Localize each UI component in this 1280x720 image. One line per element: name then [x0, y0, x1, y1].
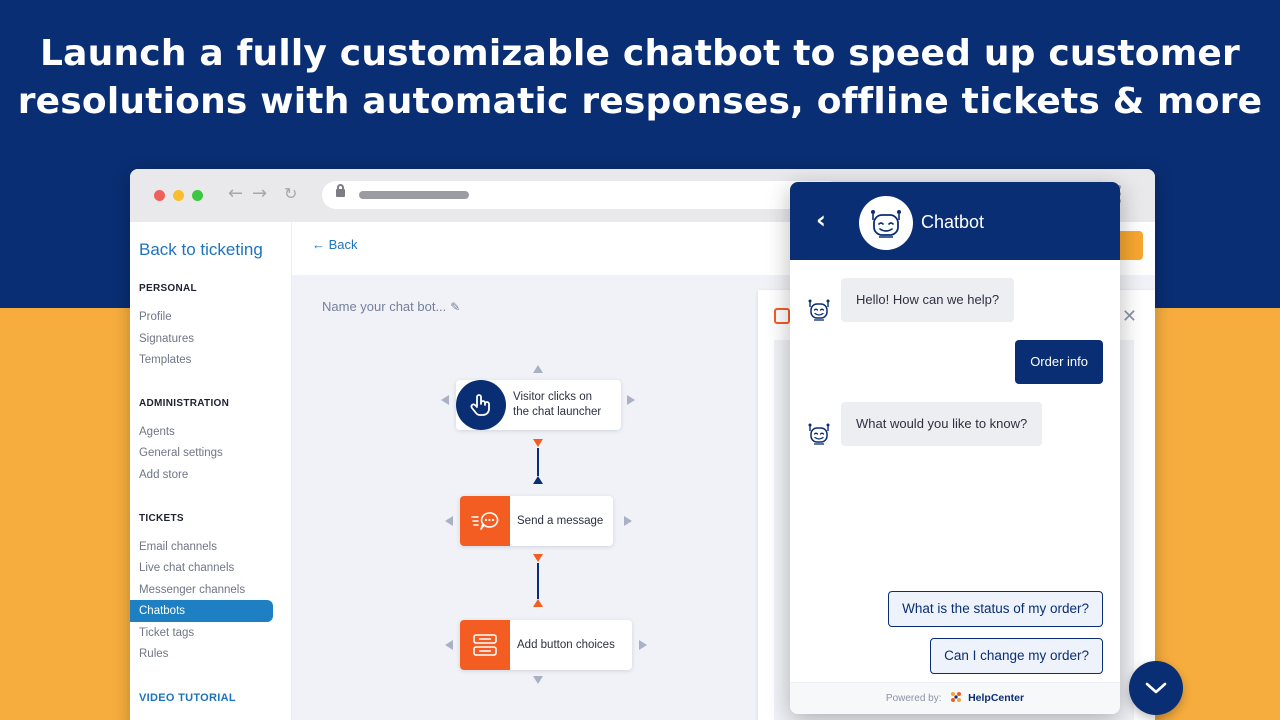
chat-title: Chatbot	[921, 212, 985, 232]
video-tutorial-link[interactable]: VIDEO TUTORIAL	[139, 692, 236, 704]
robot-icon	[871, 210, 901, 238]
close-window-dot[interactable]	[154, 190, 165, 201]
bot-message: Hello! How can we help?	[841, 278, 1015, 322]
trigger-label-line-1: Visitor clicks on	[513, 391, 593, 403]
bot-avatar-icon	[808, 423, 830, 445]
chevron-left-icon[interactable]: ‹	[816, 206, 826, 234]
sidebar-item-general-settings[interactable]: General settings	[130, 442, 273, 464]
headline-line-1: Launch a fully customizable chatbot to s…	[40, 33, 1240, 74]
back-link[interactable]: ← Back	[312, 237, 358, 252]
send-message-label: Send a message	[517, 515, 604, 527]
connector-end-arrow	[533, 476, 543, 484]
connector-start-arrow	[533, 554, 543, 562]
chatbot-avatar	[859, 196, 913, 250]
lock-icon	[336, 184, 345, 197]
add-node-left-arrow[interactable]	[445, 516, 453, 526]
sidebar-item-rules[interactable]: Rules	[130, 643, 273, 665]
bot-name-field[interactable]: Name your chat bot... ✎	[322, 299, 460, 314]
button-choices-icon	[460, 620, 510, 670]
sidebar-item-email-channels[interactable]: Email channels	[130, 536, 273, 558]
sidebar-item-profile[interactable]: Profile	[130, 306, 273, 328]
choice-order-status-button[interactable]: What is the status of my order?	[888, 591, 1103, 627]
connector-line	[537, 563, 539, 599]
sidebar-item-messenger-channels[interactable]: Messenger channels	[130, 579, 273, 601]
headline-line-2: resolutions with automatic responses, of…	[17, 81, 1263, 122]
chat-footer: Powered by: HelpCenter	[790, 682, 1120, 714]
reload-icon[interactable]: ↻	[284, 184, 297, 203]
chat-toggle-button[interactable]	[1129, 661, 1183, 715]
flow-node-button-choices[interactable]: Add button choices	[460, 620, 632, 670]
user-message: Order info	[1015, 340, 1103, 384]
sidebar-item-ticket-tags[interactable]: Ticket tags	[130, 622, 273, 644]
trigger-label-line-2: the chat launcher	[513, 406, 602, 418]
arrow-left-icon: ←	[312, 237, 329, 252]
browser-back-icon[interactable]: ←	[228, 183, 243, 204]
sidebar-item-agents[interactable]: Agents	[130, 421, 273, 443]
choice-change-order-button[interactable]: Can I change my order?	[930, 638, 1103, 674]
node-type-icon	[774, 308, 790, 324]
add-node-left-arrow[interactable]	[445, 640, 453, 650]
flow-node-send-message[interactable]: Send a message	[460, 496, 613, 546]
back-label: Back	[328, 237, 358, 252]
sidebar-item-templates[interactable]: Templates	[130, 349, 273, 371]
minimize-window-dot[interactable]	[173, 190, 184, 201]
chevron-down-icon	[1145, 682, 1167, 694]
url-placeholder	[359, 191, 469, 199]
back-to-ticketing-link[interactable]: Back to ticketing	[139, 240, 263, 260]
browser-forward-icon[interactable]: →	[252, 183, 267, 204]
add-node-right-arrow[interactable]	[624, 516, 632, 526]
add-node-left-arrow[interactable]	[441, 395, 449, 405]
button-choices-label: Add button choices	[517, 639, 615, 651]
bot-message: What would you like to know?	[841, 402, 1043, 446]
sidebar: Back to ticketing PERSONAL Profile Signa…	[130, 222, 292, 720]
trigger-label: Visitor clicks on the chat launcher	[513, 390, 601, 420]
bot-avatar-icon	[808, 299, 830, 321]
add-node-down-arrow[interactable]	[533, 676, 543, 684]
flow-node-trigger[interactable]: Visitor clicks on the chat launcher	[456, 380, 621, 430]
connector-line	[537, 448, 539, 476]
chat-header: ‹ Chatbot	[790, 182, 1120, 260]
add-node-right-arrow[interactable]	[639, 640, 647, 650]
sidebar-item-signatures[interactable]: Signatures	[130, 328, 273, 350]
helpcenter-brand: HelpCenter	[968, 692, 1025, 704]
section-header-administration: ADMINISTRATION	[139, 398, 230, 409]
sidebar-item-chatbots[interactable]: Chatbots	[130, 600, 273, 622]
section-header-personal: PERSONAL	[139, 283, 197, 294]
bot-name-placeholder: Name your chat bot...	[322, 299, 447, 314]
headline: Launch a fully customizable chatbot to s…	[0, 30, 1280, 126]
powered-by-label: Powered by:	[885, 693, 942, 704]
pencil-icon[interactable]: ✎	[450, 300, 460, 314]
helpcenter-logo-icon	[951, 692, 962, 703]
connector-end-arrow	[533, 599, 543, 607]
sidebar-item-add-store[interactable]: Add store	[130, 464, 273, 486]
maximize-window-dot[interactable]	[192, 190, 203, 201]
add-node-up-arrow[interactable]	[533, 365, 543, 373]
close-icon[interactable]: ✕	[1122, 306, 1137, 327]
add-node-right-arrow[interactable]	[627, 395, 635, 405]
sidebar-item-live-chat-channels[interactable]: Live chat channels	[130, 557, 273, 579]
message-icon	[460, 496, 510, 546]
address-bar[interactable]	[322, 181, 842, 209]
section-header-tickets: TICKETS	[139, 513, 184, 524]
hand-pointer-icon	[456, 380, 506, 430]
chat-widget: ‹ Chatbot Hello! How can we help? Order …	[790, 182, 1120, 714]
connector-start-arrow	[533, 439, 543, 447]
